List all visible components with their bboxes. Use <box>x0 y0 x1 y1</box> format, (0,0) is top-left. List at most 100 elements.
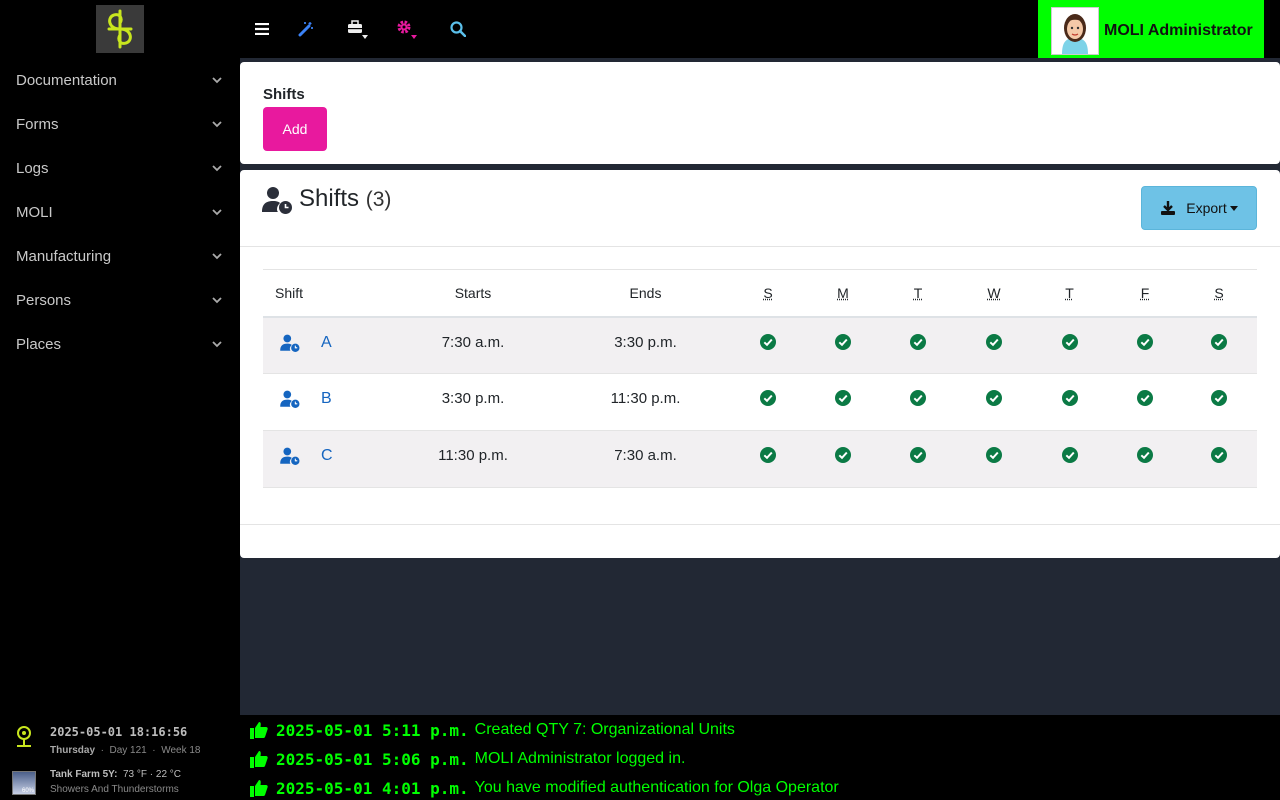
check-circle-icon <box>1061 447 1078 467</box>
check-circle-icon <box>1061 390 1078 410</box>
user-name: MOLI Administrator <box>1104 22 1253 39</box>
menu-icon[interactable] <box>251 18 273 40</box>
day-cell <box>1030 316 1109 374</box>
chevron-down-icon <box>212 209 222 216</box>
clock-weekday: Thursday <box>50 745 96 756</box>
column-header-tuesday: T <box>913 284 923 301</box>
export-button[interactable]: Export <box>1141 186 1257 230</box>
sidebar-item-forms[interactable]: Forms <box>0 102 240 146</box>
sidebar-item-label: Logs <box>16 159 49 177</box>
magic-wand-icon[interactable] <box>295 18 317 40</box>
weather-description: Showers And Thunderstorms <box>50 784 179 795</box>
user-clock-icon <box>280 334 311 352</box>
caret-down-icon <box>1229 205 1238 211</box>
day-cell <box>728 430 808 488</box>
thumbs-up-icon <box>250 751 268 768</box>
separator: · <box>100 745 104 756</box>
sidebar-item-label: Documentation <box>16 71 117 89</box>
sidebar-item-documentation[interactable]: Documentation <box>0 58 240 102</box>
top-bar: MOLI Administrator <box>240 0 1280 62</box>
day-cell <box>958 430 1030 488</box>
clock-datetime: 2025-05-01 18:16:56 <box>50 725 188 739</box>
shift-link[interactable]: C <box>280 447 333 465</box>
shift-starts: 11:30 p.m. <box>383 430 563 488</box>
shift-starts: 3:30 p.m. <box>383 373 563 431</box>
separator: · <box>152 745 156 756</box>
day-cell <box>728 373 808 431</box>
check-circle-icon <box>910 447 926 467</box>
check-circle-icon <box>1137 390 1153 410</box>
check-circle-icon <box>1061 333 1078 354</box>
sidebar-item-label: MOLI <box>16 203 53 221</box>
check-circle-icon <box>986 447 1002 467</box>
log-entry: 2025-05-01 5:11 p.m. Created QTY 7: Orga… <box>250 718 735 742</box>
weather-summary: Tank Farm 5Y: 73 °F · 22 °C <box>50 769 181 780</box>
day-cell <box>808 316 878 374</box>
thumbs-up-icon <box>250 722 268 739</box>
sidebar-item-moli[interactable]: MOLI <box>0 190 240 234</box>
table-header-row: Shift Starts Ends S M T W T F S <box>263 269 1257 318</box>
day-cell <box>878 316 958 374</box>
day-cell <box>808 373 878 431</box>
column-header-starts[interactable]: Starts <box>383 269 563 318</box>
sidebar-item-places[interactable]: Places <box>0 322 240 366</box>
clock-date-info: Thursday · Day 121 · Week 18 <box>50 745 201 756</box>
toolbox-icon[interactable] <box>346 18 368 40</box>
user-menu[interactable]: MOLI Administrator <box>1038 0 1264 62</box>
search-icon[interactable] <box>447 18 469 40</box>
card-header: Shifts (3) Export <box>240 170 1280 247</box>
log-entry: 2025-05-01 5:06 p.m. MOLI Administrator … <box>250 747 685 771</box>
map-pin-icon[interactable] <box>14 724 34 750</box>
gear-icon[interactable] <box>395 18 417 40</box>
column-header-shift[interactable]: Shift <box>263 269 383 318</box>
day-cell <box>878 430 958 488</box>
day-cell <box>808 430 878 488</box>
activity-log: 2025-05-01 5:11 p.m. Created QTY 7: Orga… <box>240 715 1280 800</box>
chevron-down-icon <box>212 297 222 304</box>
check-circle-icon <box>1137 333 1153 354</box>
shift-starts: 7:30 a.m. <box>383 316 563 374</box>
shift-link[interactable]: B <box>280 390 332 408</box>
column-header-ends[interactable]: Ends <box>563 269 728 318</box>
shifts-card: Shifts (3) Export Shift Starts Ends S M … <box>240 170 1280 558</box>
sidebar: Documentation Forms Logs MOLI Manufactur… <box>0 0 240 800</box>
page-title: Shifts <box>263 86 305 103</box>
log-message: Created QTY 7: Organizational Units <box>474 721 735 738</box>
check-circle-icon <box>760 390 776 410</box>
card-title: Shifts (3) <box>299 185 391 213</box>
check-circle-icon <box>1211 333 1227 354</box>
column-header-wednesday: W <box>987 284 1001 301</box>
check-circle-icon <box>986 333 1002 354</box>
check-circle-icon <box>760 447 776 467</box>
check-circle-icon <box>910 333 926 354</box>
app-logo[interactable] <box>96 5 144 53</box>
table-row: A 7:30 a.m. 3:30 p.m. <box>263 316 1257 374</box>
day-cell <box>958 373 1030 431</box>
add-button[interactable]: Add <box>263 107 327 151</box>
day-cell <box>728 316 808 374</box>
column-header-monday: M <box>837 284 849 301</box>
shift-count: (3) <box>365 188 392 211</box>
sidebar-item-manufacturing[interactable]: Manufacturing <box>0 234 240 278</box>
column-header-friday: F <box>1140 284 1150 301</box>
day-cell <box>1181 430 1257 488</box>
logo-icon <box>107 9 133 49</box>
chevron-down-icon <box>212 165 222 172</box>
check-circle-icon <box>835 333 851 354</box>
chevron-down-icon <box>212 341 222 348</box>
table-row: B 3:30 p.m. 11:30 p.m. <box>263 373 1257 431</box>
weather-temps: 73 °F · 22 °C <box>123 769 182 780</box>
log-message: You have modified authentication for Olg… <box>474 779 839 796</box>
user-clock-icon <box>280 390 311 408</box>
card-footer <box>240 524 1280 525</box>
sidebar-item-persons[interactable]: Persons <box>0 278 240 322</box>
shift-name-cell: B <box>263 373 383 431</box>
column-header-saturday: S <box>1214 284 1224 301</box>
shift-link[interactable]: A <box>280 334 332 352</box>
shifts-table: Shift Starts Ends S M T W T F S A 7:30 a.… <box>263 269 1257 488</box>
shift-name: C <box>321 447 333 464</box>
check-circle-icon <box>1137 447 1153 467</box>
log-timestamp: 2025-05-01 5:11 p.m. <box>276 720 469 740</box>
sidebar-item-logs[interactable]: Logs <box>0 146 240 190</box>
shift-ends: 3:30 p.m. <box>563 316 728 374</box>
